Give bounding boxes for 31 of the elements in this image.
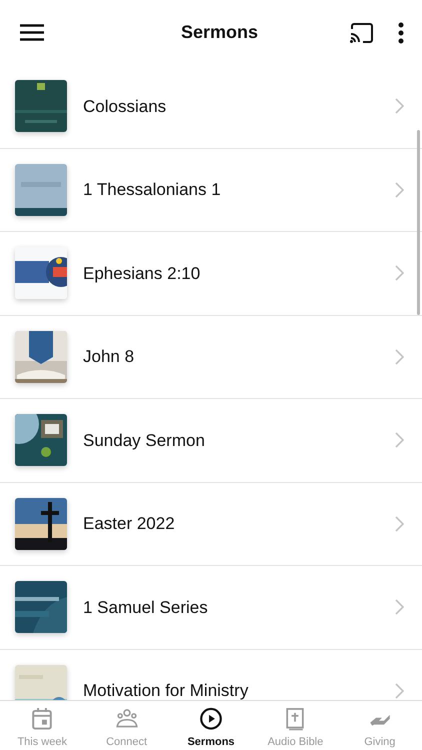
sermon-row[interactable]: John 8: [0, 316, 422, 399]
sermon-title: Easter 2022: [83, 513, 176, 535]
sermon-title: Sunday Sermon: [83, 430, 206, 452]
tab-bar-item[interactable]: Sermons: [168, 701, 254, 750]
chevron-right-icon: [395, 432, 404, 448]
chevron-right-icon: [395, 599, 404, 616]
sermon-title: John 8: [83, 346, 136, 368]
sermon-row[interactable]: 1 Thessalonians 1: [0, 148, 422, 232]
chevron-right-icon: [395, 265, 404, 282]
page-title: Sermons: [180, 21, 258, 44]
more-options-icon: [398, 22, 404, 44]
cast-icon: [350, 22, 374, 42]
sermon-row[interactable]: Easter 2022: [0, 482, 422, 566]
sermon-title: 1 Samuel Series: [83, 596, 209, 618]
sermon-title: Motivation for Ministry: [83, 680, 250, 700]
more-options-button[interactable]: [398, 22, 404, 44]
people-group-icon: [114, 707, 139, 730]
sermon-title: Ephesians 2:10: [83, 262, 202, 284]
sermon-row[interactable]: Motivation for Ministry: [0, 650, 422, 700]
calendar-icon: [30, 707, 54, 730]
sermon-title: Colossians: [83, 96, 168, 118]
chevron-right-icon: [395, 182, 404, 198]
play-circle-icon: [199, 707, 224, 730]
menu-icon: [20, 24, 44, 41]
menu-button[interactable]: [20, 24, 44, 41]
chevron-right-icon: [395, 348, 404, 365]
chevron-right-icon: [395, 516, 404, 532]
cast-button[interactable]: [350, 22, 374, 42]
chevron-right-icon: [395, 98, 404, 114]
chevron-right-icon: [395, 682, 404, 699]
sermon-title: 1 Thessalonians 1: [83, 179, 222, 201]
